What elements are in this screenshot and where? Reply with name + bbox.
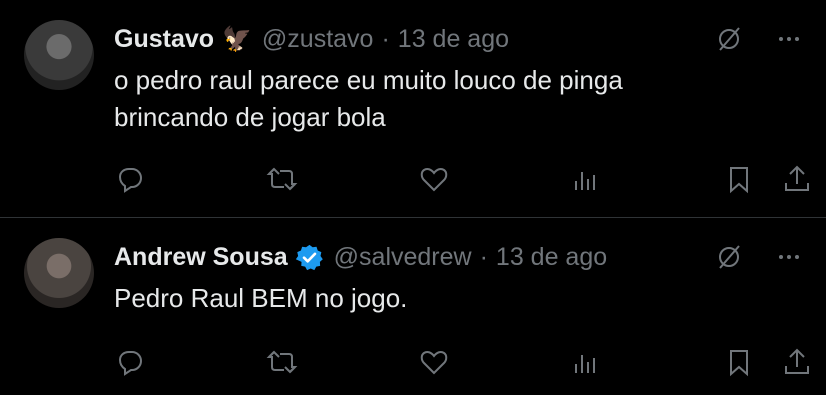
- views-icon[interactable]: [570, 345, 722, 379]
- tweet-header: Andrew Sousa @salvedrew · 13 de ago: [114, 240, 607, 274]
- repost-icon[interactable]: [266, 162, 418, 196]
- tweet-text: Pedro Raul BEM no jogo.: [114, 283, 408, 313]
- author-handle[interactable]: @zustavo: [262, 25, 374, 54]
- bookmark-icon[interactable]: [722, 345, 756, 379]
- reply-icon[interactable]: [114, 345, 266, 379]
- timestamp[interactable]: 13 de ago: [496, 243, 607, 272]
- bookmark-icon[interactable]: [722, 162, 756, 196]
- share-icon[interactable]: [780, 345, 814, 379]
- author-name[interactable]: Andrew Sousa: [114, 243, 288, 272]
- like-icon[interactable]: [418, 345, 570, 379]
- eagle-emoji: 🦅: [222, 25, 252, 53]
- grok-icon[interactable]: [712, 240, 746, 274]
- tweet[interactable]: Gustavo 🦅 @zustavo · 13 de ago o pedro r…: [0, 0, 826, 218]
- reply-icon[interactable]: [114, 162, 266, 196]
- avatar[interactable]: [24, 238, 94, 308]
- tweet-header: Gustavo 🦅 @zustavo · 13 de ago: [114, 22, 509, 56]
- verified-badge-icon: [295, 244, 323, 270]
- author-name[interactable]: Gustavo: [114, 25, 214, 54]
- tweet-feed: Gustavo 🦅 @zustavo · 13 de ago o pedro r…: [0, 0, 826, 395]
- grok-icon[interactable]: [712, 22, 746, 56]
- tweet[interactable]: Andrew Sousa @salvedrew · 13 de ago Pedr…: [0, 218, 826, 395]
- share-icon[interactable]: [780, 162, 814, 196]
- author-handle[interactable]: @salvedrew: [334, 243, 472, 272]
- more-icon[interactable]: [772, 22, 806, 56]
- tweet-top-actions: [712, 22, 806, 56]
- tweet-actions: [114, 345, 809, 379]
- like-icon[interactable]: [418, 162, 570, 196]
- tweet-actions: [114, 162, 809, 196]
- avatar[interactable]: [24, 20, 94, 90]
- timestamp[interactable]: 13 de ago: [398, 25, 509, 54]
- separator-dot: ·: [381, 24, 390, 53]
- tweet-text: o pedro raul parece eu muito louco de pi…: [114, 65, 623, 132]
- views-icon[interactable]: [570, 162, 722, 196]
- more-icon[interactable]: [772, 240, 806, 274]
- repost-icon[interactable]: [266, 345, 418, 379]
- separator-dot: ·: [479, 242, 488, 271]
- tweet-top-actions: [712, 240, 806, 274]
